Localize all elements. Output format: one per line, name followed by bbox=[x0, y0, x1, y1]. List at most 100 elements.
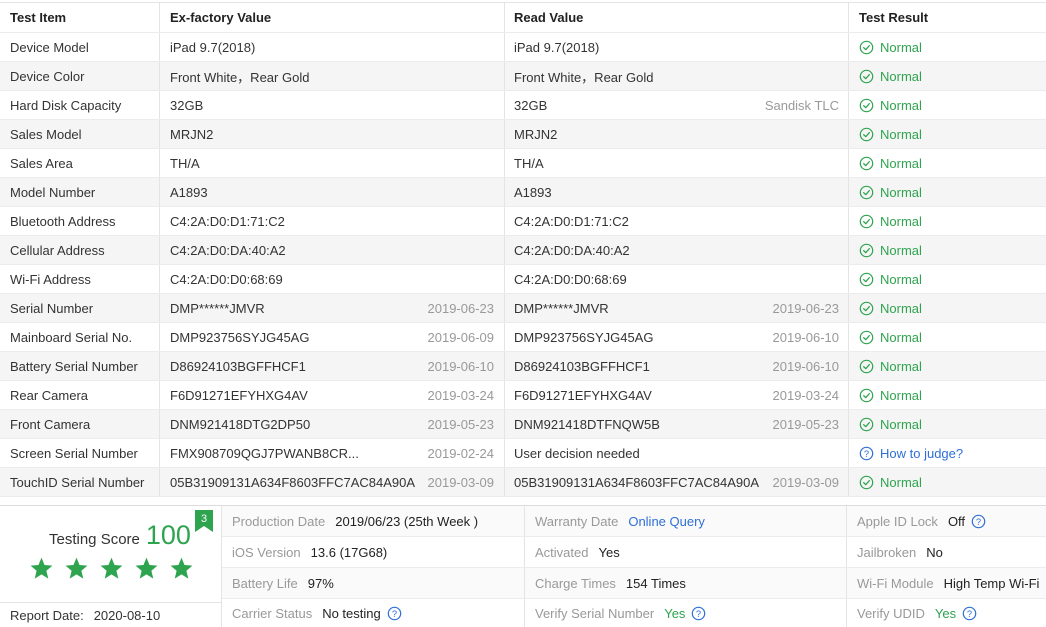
score-value: 100 bbox=[145, 520, 191, 550]
table-row: Cellular Address C4:2A:D0:DA:40:A2 C4:2A:D… bbox=[0, 236, 1046, 265]
summary-label: Verify Serial Number bbox=[535, 606, 655, 621]
check-circle-icon bbox=[859, 359, 874, 373]
check-circle-icon bbox=[859, 156, 874, 170]
row-read-value: C4:2A:D0:D0:68:69 bbox=[505, 265, 849, 293]
summary-cell: Carrier Status No testing? bbox=[222, 599, 525, 627]
read-date: Sandisk TLC bbox=[764, 97, 839, 113]
col-read-value: Read Value bbox=[505, 3, 849, 32]
report-date-value: 2020-08-10 bbox=[93, 608, 161, 623]
star-icon bbox=[30, 557, 53, 579]
summary-grid: Production Date 2019/06/23 (25th Week ) Wa… bbox=[222, 506, 1046, 627]
report-date-label: Report Date: bbox=[10, 608, 84, 623]
svg-text:?: ? bbox=[696, 609, 701, 619]
summary-value: Off bbox=[947, 513, 966, 529]
table-row: Wi-Fi Address C4:2A:D0:D0:68:69 C4:2A:D0:D… bbox=[0, 265, 1046, 294]
online-query-link[interactable]: Online Query bbox=[628, 514, 705, 529]
row-ex-factory-value: DMP923756SYJG45AG 2019-06-09 bbox=[160, 323, 505, 351]
summary-value: High Temp Wi-Fi bbox=[943, 575, 1040, 591]
check-circle-icon bbox=[859, 127, 874, 141]
summary-cell: Battery Life 97% bbox=[222, 568, 525, 598]
row-ex-factory-value: C4:2A:D0:D0:68:69 bbox=[160, 265, 505, 293]
summary-row: Battery Life 97% Charge Times 154 Times Wi-F… bbox=[222, 568, 1046, 599]
summary-value: No testing bbox=[322, 606, 381, 621]
summary-value: Yes bbox=[664, 606, 686, 621]
row-test-result: Normal bbox=[849, 120, 1046, 148]
table-row: Bluetooth Address C4:2A:D0:D1:71:C2 C4:2A:… bbox=[0, 207, 1046, 236]
check-circle-icon bbox=[859, 243, 874, 257]
row-ex-factory-value: Front White，Rear Gold bbox=[160, 62, 505, 90]
row-read-value: DMP******JMVR 2019-06-23 bbox=[505, 294, 849, 322]
row-test-result: Normal bbox=[849, 178, 1046, 206]
row-read-value: Front White，Rear Gold bbox=[505, 62, 849, 90]
star-icon bbox=[100, 557, 123, 579]
star-icon bbox=[170, 557, 193, 579]
score-label: Testing Score bbox=[49, 531, 140, 548]
result-status: Normal bbox=[859, 214, 922, 229]
row-test-result: Normal bbox=[849, 207, 1046, 235]
check-circle-icon bbox=[859, 40, 874, 54]
summary-value: No bbox=[926, 544, 943, 560]
summary-value: 2019/06/23 (25th Week ) bbox=[335, 513, 479, 529]
result-status: Normal bbox=[859, 40, 922, 55]
how-to-judge-link[interactable]: ? How to judge? bbox=[859, 446, 963, 461]
summary-cell: Warranty Date Online Query bbox=[525, 506, 847, 536]
row-ex-factory-value: F6D91271EFYHXG4AV 2019-03-24 bbox=[160, 381, 505, 409]
star-icon bbox=[135, 557, 158, 579]
check-circle-icon bbox=[859, 301, 874, 315]
row-item-name: Device Model bbox=[0, 33, 160, 61]
row-item-name: TouchID Serial Number bbox=[0, 468, 160, 496]
row-read-value: DNM921418DTFNQW5B 2019-05-23 bbox=[505, 410, 849, 438]
summary-value: 13.6 (17G68) bbox=[310, 544, 388, 560]
verification-table: Test Item Ex-factory Value Read Value Te… bbox=[0, 2, 1046, 497]
row-ex-factory-value: MRJN2 bbox=[160, 120, 505, 148]
row-read-value: User decision needed bbox=[505, 439, 849, 467]
row-item-name: Battery Serial Number bbox=[0, 352, 160, 380]
check-circle-icon bbox=[859, 417, 874, 431]
result-status: Normal bbox=[859, 127, 922, 142]
question-circle-icon[interactable]: ? bbox=[387, 606, 402, 621]
result-status: Normal bbox=[859, 475, 922, 490]
row-read-value: A1893 bbox=[505, 178, 849, 206]
question-circle-icon[interactable]: ? bbox=[971, 514, 986, 529]
row-test-result: ? How to judge? bbox=[849, 439, 1046, 467]
summary-row: Production Date 2019/06/23 (25th Week ) Wa… bbox=[222, 506, 1046, 537]
question-circle-icon[interactable]: ? bbox=[859, 446, 874, 461]
row-test-result: Normal bbox=[849, 149, 1046, 177]
row-test-result: Normal bbox=[849, 323, 1046, 351]
row-ex-factory-value: C4:2A:D0:DA:40:A2 bbox=[160, 236, 505, 264]
result-status: Normal bbox=[859, 330, 922, 345]
check-circle-icon bbox=[859, 475, 874, 489]
summary-value: Yes bbox=[934, 606, 957, 621]
row-ex-factory-value: 05B31909131A634F8603FFC7AC84A90A 2019-03-… bbox=[160, 468, 505, 496]
summary-row: iOS Version 13.6 (17G68) Activated Yes Jailb… bbox=[222, 537, 1046, 568]
ex-factory-date: 2019-06-23 bbox=[427, 300, 495, 316]
row-item-name: Hard Disk Capacity bbox=[0, 91, 160, 119]
row-item-name: Wi-Fi Address bbox=[0, 265, 160, 293]
summary-label: Verify UDID bbox=[857, 606, 925, 621]
summary-cell: Wi-Fi Module High Temp Wi-Fi bbox=[847, 568, 1046, 598]
row-ex-factory-value: iPad 9.7(2018) bbox=[160, 33, 505, 61]
summary-cell: Verify UDID Yes? bbox=[847, 599, 1046, 627]
svg-text:?: ? bbox=[392, 609, 397, 619]
row-test-result: Normal bbox=[849, 33, 1046, 61]
row-ex-factory-value: D86924103BGFFHCF1 2019-06-10 bbox=[160, 352, 505, 380]
result-status: Normal bbox=[859, 388, 922, 403]
question-circle-icon[interactable]: ? bbox=[962, 606, 977, 621]
row-item-name: Serial Number bbox=[0, 294, 160, 322]
svg-text:?: ? bbox=[864, 448, 869, 458]
row-test-result: Normal bbox=[849, 294, 1046, 322]
row-read-value: C4:2A:D0:D1:71:C2 bbox=[505, 207, 849, 235]
check-circle-icon bbox=[859, 98, 874, 112]
row-read-value: MRJN2 bbox=[505, 120, 849, 148]
row-test-result: Normal bbox=[849, 410, 1046, 438]
question-circle-icon[interactable]: ? bbox=[691, 606, 706, 621]
row-item-name: Sales Model bbox=[0, 120, 160, 148]
table-row: Rear Camera F6D91271EFYHXG4AV 2019-03-24 F6… bbox=[0, 381, 1046, 410]
result-status: Normal bbox=[859, 243, 922, 258]
table-row: Sales Model MRJN2 MRJN2 Normal bbox=[0, 120, 1046, 149]
svg-text:?: ? bbox=[967, 609, 972, 619]
read-date: 2019-06-10 bbox=[772, 329, 840, 345]
row-test-result: Normal bbox=[849, 236, 1046, 264]
score-badge-text: 3 bbox=[201, 513, 207, 525]
check-circle-icon bbox=[859, 330, 874, 344]
